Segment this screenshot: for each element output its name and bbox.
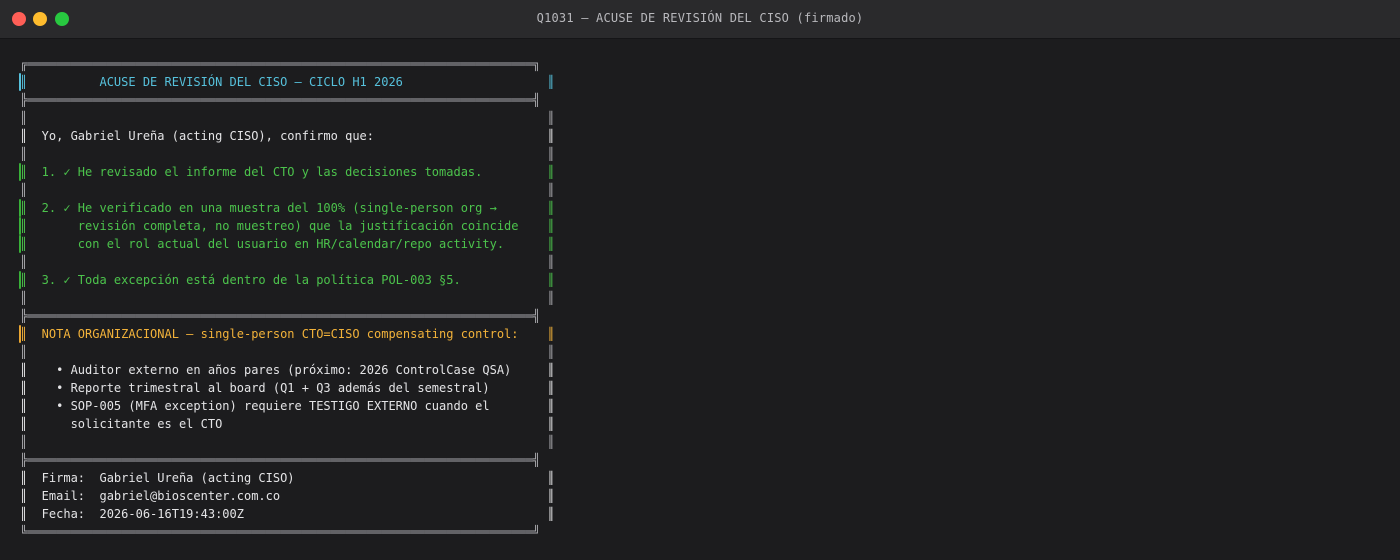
note-bullet-1: ║ • Auditor externo en años pares (próxi… [20,363,555,377]
confirmation-item-2-cont: ║ revisión completa, no muestreo) que la… [20,219,555,233]
signature-email: ║ Email: gabriel@bioscenter.com.co ║ [20,489,555,503]
confirmation-item-2: ║ 2. ✓ He verificado en una muestra del … [20,201,555,215]
organizational-note-title: ║ NOTA ORGANIZACIONAL — single‑person CT… [20,327,555,341]
note-bullet-3-cont: ║ solicitante es el CTO ║ [20,417,555,431]
box-blank-line: ║ ║ [20,183,555,197]
confirmation-item-2-cont: ║ con el rol actual del usuario en HR/ca… [20,237,555,251]
box-blank-line: ║ ║ [20,345,555,359]
confirmation-item-1: ║ 1. ✓ He revisado el informe del CTO y … [20,165,555,179]
window-titlebar: Q1031 — ACUSE DE REVISIÓN DEL CISO (firm… [0,0,1400,39]
terminal-output: ╔═══════════════════════════════════════… [0,39,1400,560]
box-rule-divider: ╠═══════════════════════════════════════… [20,453,541,467]
note-bullet-3: ║ • SOP‑005 (MFA exception) requiere TES… [20,399,555,413]
box-blank-line: ║ ║ [20,291,555,305]
confirmation-item-3: ║ 3. ✓ Toda excepción está dentro de la … [20,273,555,287]
box-rule-bottom: ╚═══════════════════════════════════════… [20,525,541,539]
document-header: ║ ACUSE DE REVISIÓN DEL CISO — CICLO H1 … [20,75,555,89]
signature-firma: ║ Firma: Gabriel Ureña (acting CISO) ║ [20,471,555,485]
signature-fecha: ║ Fecha: 2026‑06‑16T19:43:00Z ║ [20,507,555,521]
box-rule-divider: ╠═══════════════════════════════════════… [20,309,541,323]
box-blank-line: ║ ║ [20,255,555,269]
box-blank-line: ║ ║ [20,147,555,161]
window-title: Q1031 — ACUSE DE REVISIÓN DEL CISO (firm… [536,11,864,25]
box-blank-line: ║ ║ [20,111,555,125]
note-bullet-2: ║ • Reporte trimestral al board (Q1 + Q3… [20,381,555,395]
intro-statement: ║ Yo, Gabriel Ureña (acting CISO), confi… [20,129,555,143]
box-rule-top: ╔═══════════════════════════════════════… [20,57,541,71]
box-blank-line: ║ ║ [20,435,555,449]
box-rule-divider: ╠═══════════════════════════════════════… [20,93,541,107]
